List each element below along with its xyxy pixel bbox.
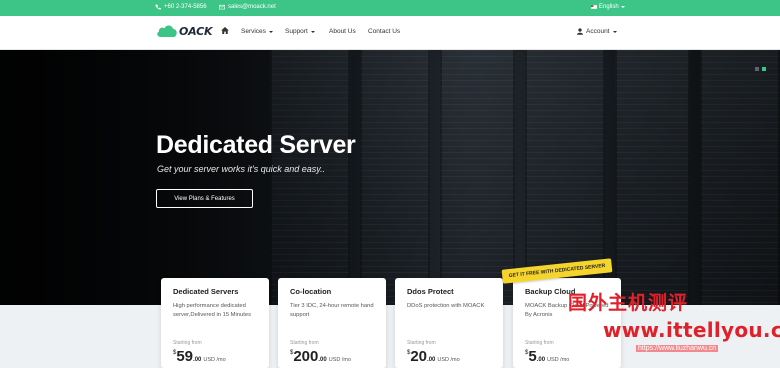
home-icon[interactable] [221,27,229,34]
nav-contact-us[interactable]: Contact Us [368,28,400,35]
nav-services-label: Services [241,28,266,35]
user-icon [577,28,583,35]
nav-support[interactable]: Support [285,28,315,35]
language-selector[interactable]: English [591,4,625,10]
email-address: sales@moack.net [228,4,276,10]
account-label: Account [586,28,610,35]
envelope-icon [219,4,225,10]
card-description: Tier 3 IDC, 24-hour remote hand support [290,303,374,318]
card-description: DDoS protection with MOACK [407,303,485,309]
nav-about-us-label: About Us [329,28,356,35]
card-title: Dedicated Servers [173,287,239,296]
chevron-down-icon [268,30,273,33]
price-decimal: .00 [318,357,327,363]
hero-subtitle: Get your server works it's quick and eas… [157,164,326,174]
view-plans-button[interactable]: View Plans & Features [156,189,253,208]
logo[interactable]: OACK [156,24,213,38]
card-starting-from: Starting from [290,340,319,346]
service-card-dedicated-servers[interactable]: Dedicated Servers High performance dedic… [161,278,269,368]
nav-support-label: Support [285,28,308,35]
price-decimal: .00 [536,357,546,363]
price-unit: USD /mo [437,357,460,363]
watermark-title: 国外主机测评 [568,293,689,314]
card-price: $ 20 .00 USD /mo [407,348,460,365]
email-contact[interactable]: sales@moack.net [219,4,276,10]
chevron-down-icon [612,30,617,33]
card-description: High performance dedicated server,Delive… [173,303,251,318]
price-integer: 59 [176,348,194,365]
chevron-down-icon [620,6,625,8]
nav-about-us[interactable]: About Us [329,28,356,35]
card-price: $ 200 .00 USD /mo [290,348,351,365]
phone-icon [155,4,161,10]
chevron-down-icon [310,30,315,33]
price-unit: USD /mo [328,357,352,363]
price-decimal: .00 [427,357,436,363]
price-unit: USD /mo [203,357,226,363]
phone-number: +60 2-374-5856 [164,4,207,10]
logo-text: OACK [179,24,213,38]
price-decimal: .00 [193,357,202,363]
main-navigation: OACK Services Support About Us Contact U… [0,16,780,50]
phone-contact[interactable]: +60 2-374-5856 [155,4,207,10]
top-bar: +60 2-374-5856 sales@moack.net English [0,0,780,16]
hero-overlay [0,50,780,305]
nav-contact-us-label: Contact Us [368,28,401,35]
price-integer: 200 [293,348,319,365]
language-label: English [599,4,619,10]
slider-dot[interactable] [755,67,759,71]
card-price: $ 5 .00 USD /mo [525,348,569,365]
account-menu[interactable]: Account [577,28,617,35]
watermark-subtitle: https://www.liuzhanwu.cn [636,345,719,352]
service-card-co-location[interactable]: Co-location Tier 3 IDC, 24-hour remote h… [278,278,386,368]
card-starting-from: Starting from [525,340,554,346]
service-card-ddos-protect[interactable]: Ddos Protect DDoS protection with MOACK … [395,278,503,368]
card-price: $ 59 .00 USD /mo [173,348,226,365]
globe-flag-icon [591,5,597,9]
hero-banner [0,50,780,305]
cloud-logo-icon [157,25,177,37]
slider-dot-active[interactable] [762,67,766,71]
nav-services[interactable]: Services [241,28,273,35]
hero-title: Dedicated Server [156,131,356,159]
watermark-url: www.ittellyou.com [603,318,780,342]
price-unit: USD /mo [547,357,570,363]
card-starting-from: Starting from [407,340,436,346]
card-starting-from: Starting from [173,340,202,346]
slider-dots [755,67,766,71]
price-integer: 5 [528,348,537,365]
card-title: Ddos Protect [407,287,454,296]
price-integer: 20 [410,348,428,365]
card-title: Co-location [290,287,332,296]
